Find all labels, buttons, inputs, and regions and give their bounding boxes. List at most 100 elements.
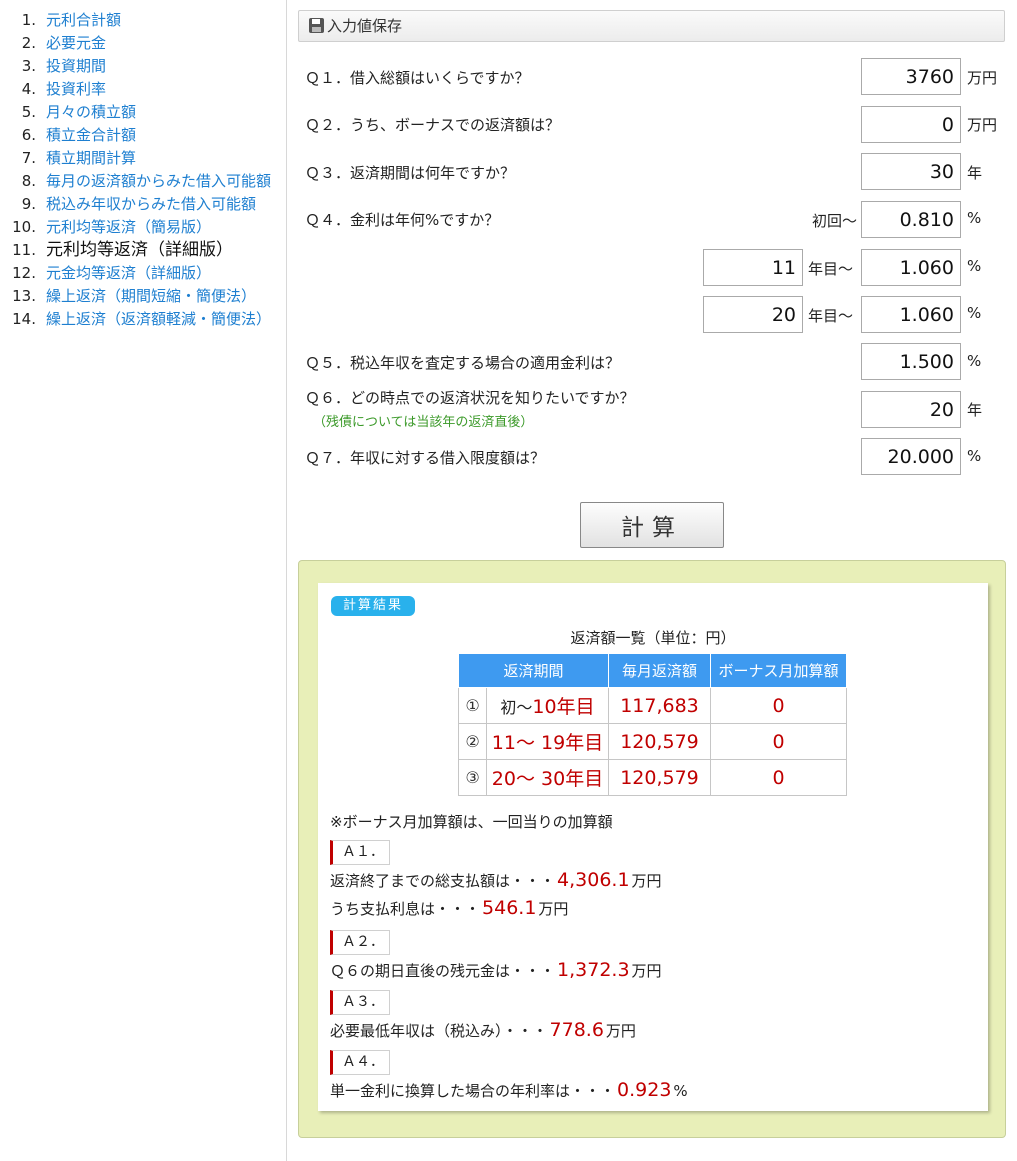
table-row: ② 11～ 19年目 120,579 0 xyxy=(458,723,847,760)
rate-1-input[interactable] xyxy=(861,201,961,238)
period-from: 20～ xyxy=(491,768,535,790)
period-cell: 初～10年目 xyxy=(486,687,609,724)
item-number: 10. xyxy=(12,218,36,236)
period-cell: 11～ 19年目 xyxy=(486,723,609,760)
sidebar-link[interactable]: 月々の積立額 xyxy=(46,103,136,121)
sidebar-item[interactable]: 8. 毎月の返済額からみた借入可能額 xyxy=(0,170,286,193)
period-from: 11～ xyxy=(491,732,535,754)
result-box: 計算結果 返済額一覧（単位：円） 返済期間 毎月返済額 ボーナス月加算額 ① 初… xyxy=(318,583,988,1111)
answer-2-line: Ｑ６の期日直後の残元金は・・・ 1,372.3 万円 xyxy=(330,959,662,981)
answer-unit: 万円 xyxy=(631,962,662,980)
calculate-button[interactable]: 計算 xyxy=(580,502,724,548)
answer-value: 4,306.1 xyxy=(557,869,630,891)
sidebar-item[interactable]: 5. 月々の積立額 xyxy=(0,101,286,124)
borrowing-limit-input[interactable] xyxy=(861,438,961,475)
column-header: 毎月返済額 xyxy=(608,653,711,688)
item-number: 11. xyxy=(12,241,36,259)
save-label: 入力値保存 xyxy=(327,17,403,35)
repayment-table: 返済期間 毎月返済額 ボーナス月加算額 ① 初～10年目 117,683 0 ②… xyxy=(458,653,847,796)
table-row: ③ 20～ 30年目 120,579 0 xyxy=(458,759,847,796)
sidebar-item[interactable]: 9. 税込み年収からみた借入可能額 xyxy=(0,193,286,216)
unit-label: % xyxy=(967,257,982,275)
item-number: 7. xyxy=(21,149,36,167)
sidebar-item[interactable]: 1. 元利合計額 xyxy=(0,9,286,32)
answer-text: Ｑ６の期日直後の残元金は・・・ xyxy=(330,962,556,980)
sidebar-current-label: 元利均等返済（詳細版） xyxy=(46,240,233,260)
monthly-payment-cell: 120,579 xyxy=(608,723,711,760)
answer-unit: 万円 xyxy=(631,872,662,890)
sidebar-item[interactable]: 14. 繰上返済（返済額軽減・簡便法） xyxy=(0,308,286,331)
sidebar-item[interactable]: 13. 繰上返済（期間短縮・簡便法） xyxy=(0,285,286,308)
sidebar-link[interactable]: 積立期間計算 xyxy=(46,149,136,167)
sidebar-item-current: 11. 元利均等返済（詳細版） xyxy=(0,239,286,262)
sidebar-link[interactable]: 必要元金 xyxy=(46,34,106,52)
bonus-payment-cell: 0 xyxy=(710,687,847,724)
sidebar: 1. 元利合計額 2. 必要元金 3. 投資期間 4. 投資利率 5. 月々の積立額 6.… xyxy=(0,0,287,1161)
answer-3-label: Ａ３． xyxy=(330,990,390,1015)
unit-label: 万円 xyxy=(967,69,998,87)
sidebar-item[interactable]: 10. 元利均等返済（簡易版） xyxy=(0,216,286,239)
rate-2-start-year-input[interactable] xyxy=(703,249,803,286)
unit-label: % xyxy=(967,447,982,465)
sidebar-item[interactable]: 12. 元金均等返済（詳細版） xyxy=(0,262,286,285)
answer-text: 必要最低年収は（税込み）・・・ xyxy=(330,1022,548,1040)
rate-2-input[interactable] xyxy=(861,249,961,286)
period-from: 初～ xyxy=(500,698,533,717)
answer-text: 単一金利に換算した場合の年利率は・・・ xyxy=(330,1082,616,1100)
table-caption: 返済額一覧（単位：円） xyxy=(570,629,736,647)
period-to: 19年目 xyxy=(541,732,604,754)
answer-unit: % xyxy=(673,1082,688,1100)
sidebar-link[interactable]: 元利合計額 xyxy=(46,11,121,29)
item-number: 5. xyxy=(21,103,36,121)
item-number: 13. xyxy=(12,287,36,305)
sidebar-item[interactable]: 7. 積立期間計算 xyxy=(0,147,286,170)
sidebar-item[interactable]: 3. 投資期間 xyxy=(0,55,286,78)
save-input-button[interactable]: 入力値保存 xyxy=(298,10,1005,42)
question-2-label: Ｑ２．うち、ボーナスでの返済額は？ xyxy=(305,116,561,134)
result-panel: 計算結果 返済額一覧（単位：円） 返済期間 毎月返済額 ボーナス月加算額 ① 初… xyxy=(298,560,1006,1138)
sidebar-item[interactable]: 2. 必要元金 xyxy=(0,32,286,55)
answer-4-label: Ａ４． xyxy=(330,1050,390,1075)
first-period-label: 初回～ xyxy=(812,212,858,230)
monthly-payment-cell: 120,579 xyxy=(608,759,711,796)
sidebar-link[interactable]: 投資利率 xyxy=(46,80,106,98)
repayment-years-input[interactable] xyxy=(861,153,961,190)
unit-label: 年 xyxy=(967,164,983,182)
answer-2-label: Ａ２． xyxy=(330,930,390,955)
unit-label: 年 xyxy=(967,401,983,419)
question-1-label: Ｑ１．借入総額はいくらですか？ xyxy=(305,69,530,87)
sidebar-link[interactable]: 元金均等返済（詳細版） xyxy=(46,264,211,282)
sidebar-link[interactable]: 元利均等返済（簡易版） xyxy=(46,218,211,236)
rate-3-start-year-input[interactable] xyxy=(703,296,803,333)
answer-unit: 万円 xyxy=(605,1022,636,1040)
table-header-row: 返済期間 毎月返済額 ボーナス月加算額 xyxy=(458,653,847,688)
sidebar-link[interactable]: 毎月の返済額からみた借入可能額 xyxy=(46,172,271,190)
loan-amount-input[interactable] xyxy=(861,58,961,95)
sidebar-link[interactable]: 積立金合計額 xyxy=(46,126,136,144)
status-year-input[interactable] xyxy=(861,391,961,428)
year-from-label: 年目～ xyxy=(808,260,854,278)
year-from-label: 年目～ xyxy=(808,307,854,325)
sidebar-item[interactable]: 4. 投資利率 xyxy=(0,78,286,101)
rate-3-input[interactable] xyxy=(861,296,961,333)
question-5-label: Ｑ５．税込年収を査定する場合の適用金利は？ xyxy=(305,354,621,372)
sidebar-link[interactable]: 投資期間 xyxy=(46,57,106,75)
unit-label: 万円 xyxy=(967,116,998,134)
question-7-label: Ｑ７．年収に対する借入限度額は？ xyxy=(305,449,546,467)
sidebar-item[interactable]: 6. 積立金合計額 xyxy=(0,124,286,147)
row-mark: ③ xyxy=(458,759,487,796)
answer-1-interest-line: うち支払利息は・・・ 546.1 万円 xyxy=(330,897,568,919)
unit-label: % xyxy=(967,352,982,370)
answer-value: 1,372.3 xyxy=(557,959,630,981)
period-to: 10年目 xyxy=(532,696,595,718)
bonus-amount-input[interactable] xyxy=(861,106,961,143)
table-row: ① 初～10年目 117,683 0 xyxy=(458,687,847,724)
bonus-payment-cell: 0 xyxy=(710,723,847,760)
screening-rate-input[interactable] xyxy=(861,343,961,380)
item-number: 8. xyxy=(21,172,36,190)
sidebar-link[interactable]: 繰上返済（返済額軽減・簡便法） xyxy=(46,310,271,328)
item-number: 14. xyxy=(12,310,36,328)
sidebar-link[interactable]: 繰上返済（期間短縮・簡便法） xyxy=(46,287,256,305)
calculator-menu: 1. 元利合計額 2. 必要元金 3. 投資期間 4. 投資利率 5. 月々の積立額 6.… xyxy=(0,0,286,331)
sidebar-link[interactable]: 税込み年収からみた借入可能額 xyxy=(46,195,256,213)
